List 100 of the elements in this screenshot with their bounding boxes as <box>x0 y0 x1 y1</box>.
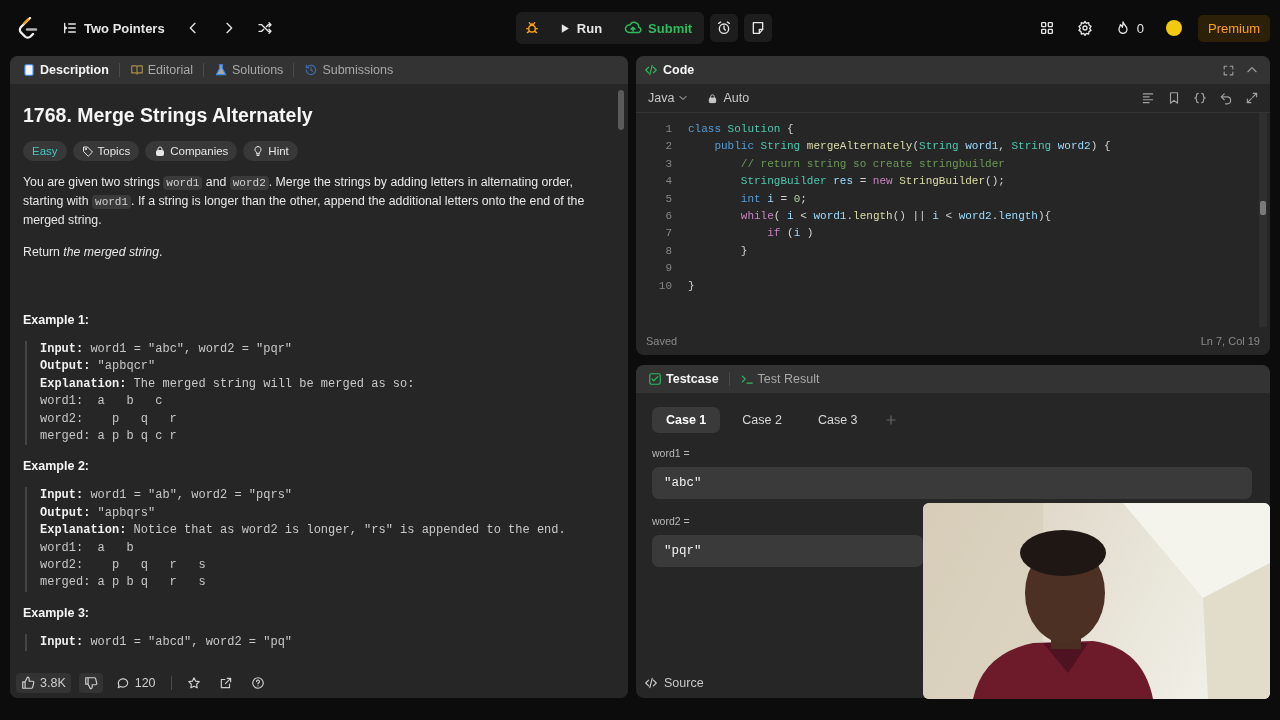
example-line: Input: word1 = "abc", word2 = "pqr" <box>40 341 294 358</box>
problem-statement: You are given two strings word1 and word2 . Merge the strings by adding letters in alternating order, starting with word1 . If a string is longer than the other, append the additional letters onto the end of the merged string. <box>23 174 586 229</box>
hint-chip[interactable]: Hint <box>243 141 298 161</box>
line-number: 8 <box>664 243 673 259</box>
source-button[interactable]: Source <box>644 676 704 690</box>
example-heading: Example 1: <box>23 313 90 327</box>
code-line: } <box>739 243 748 259</box>
lock-icon <box>707 92 719 104</box>
example-heading: Example 2: <box>23 459 90 474</box>
case-tab[interactable]: Case 2 <box>728 407 796 433</box>
line-number: 7 <box>664 226 673 242</box>
checkbox-icon <box>648 372 662 386</box>
parameter-label: word2 = <box>652 515 691 527</box>
line-number: 10 <box>657 278 673 294</box>
code-line: public String mergeAlternately(String word1, String word2) { <box>713 139 1111 155</box>
plus-icon <box>883 413 898 427</box>
document-icon <box>22 63 36 77</box>
problem-title: 1768. Merge Strings Alternately <box>23 104 314 127</box>
align-icon <box>1141 91 1155 105</box>
code-line: while( i < word1.length() || i < word2.length){ <box>739 208 1052 224</box>
cursor-position: Ln 7, Col 19 <box>1200 335 1260 347</box>
example-line: Explanation: Notice that as word2 is longer, "rs" is appended to the end. <box>40 522 567 540</box>
topics-chip[interactable]: Topics <box>72 141 140 161</box>
line-number: 1 <box>664 122 673 137</box>
grid-icon <box>1038 20 1055 36</box>
premium-button[interactable]: Premium <box>1198 14 1270 42</box>
language-dropdown[interactable]: Java <box>644 89 694 107</box>
code-line: class Solution { <box>688 122 794 137</box>
example-line: Input: word1 = "abcd", word2 = "pq" <box>40 633 294 651</box>
code-line: int i = 0; <box>739 191 807 207</box>
code-icon <box>644 676 658 690</box>
history-icon <box>304 63 319 77</box>
maximize-icon <box>1245 91 1259 105</box>
code-icon <box>644 63 658 77</box>
settings-icon <box>1076 20 1093 36</box>
example-line: merged: a p b q c r <box>40 428 178 446</box>
panel-tab[interactable]: Solutions <box>209 61 288 79</box>
submit-button[interactable]: Submit <box>614 14 703 42</box>
example-line: Output: "apbqcr" <box>40 358 157 376</box>
line-number: 4 <box>664 174 673 190</box>
panel-title: Code <box>663 63 695 77</box>
code-line: StringBuilder res = new StringBuilder(); <box>739 174 1005 190</box>
expand-icon <box>1222 63 1235 77</box>
lightbulb-icon <box>252 145 265 157</box>
dislike-button[interactable] <box>78 673 103 693</box>
line-number: 6 <box>664 208 673 224</box>
panel-tab[interactable]: Testcase <box>644 370 723 388</box>
shuffle-icon <box>256 20 273 36</box>
star-icon <box>186 676 201 690</box>
panel-tab[interactable]: Submissions <box>300 61 398 79</box>
companies-chip[interactable]: Companies <box>145 141 238 161</box>
save-status: Saved <box>646 335 678 347</box>
scrollbar-thumb[interactable] <box>618 90 624 130</box>
run-button[interactable]: Run <box>547 14 613 42</box>
case-tab[interactable]: Case 3 <box>803 407 872 433</box>
parameter-input[interactable]: "pqr" <box>652 535 923 567</box>
parameter-label: word1 = <box>652 447 691 459</box>
example-line: Explanation: The merged string will be merged as so: <box>40 375 416 393</box>
help-icon <box>250 676 265 690</box>
example-line: word2: p q r <box>40 410 178 428</box>
line-number: 5 <box>664 191 673 207</box>
example-line: word2: p q r s <box>40 557 207 575</box>
mode-label: Auto <box>723 91 750 105</box>
list-icon <box>62 20 78 36</box>
example-line: Input: word1 = "ab", word2 = "pqrs" <box>40 487 294 505</box>
lock-icon <box>154 145 167 157</box>
panel-tab[interactable]: Description <box>18 61 113 79</box>
line-number: 3 <box>664 156 673 172</box>
line-number: 2 <box>664 139 673 155</box>
case-tab[interactable]: Case 1 <box>652 407 721 433</box>
book-icon <box>129 63 144 77</box>
example-line: word1: a b <box>40 539 135 557</box>
alarm-clock-icon <box>716 20 733 36</box>
panel-tab[interactable]: Editorial <box>125 61 197 79</box>
panel-tab[interactable]: Test Result <box>735 370 824 388</box>
avatar[interactable] <box>1166 20 1182 36</box>
code-line: if (i ) <box>766 226 814 242</box>
bug-icon <box>523 20 540 36</box>
code-line: // return string so create stringbuilder <box>739 156 1005 172</box>
code-line: } <box>688 278 695 294</box>
logo-icon[interactable] <box>18 17 38 39</box>
comments-button[interactable]: 120 <box>110 673 161 693</box>
scrollbar[interactable] <box>1259 113 1267 327</box>
share-icon <box>218 676 233 690</box>
notes-button[interactable] <box>744 14 773 42</box>
difficulty-badge: Easy <box>23 141 67 161</box>
streak-button[interactable]: 0 <box>1108 16 1150 40</box>
return-note: Return the merged string. <box>23 244 164 261</box>
example-line: word1: a b c <box>40 393 164 411</box>
comment-icon <box>115 676 130 690</box>
parameter-input[interactable]: "abc" <box>652 467 1252 499</box>
line-number: 9 <box>664 261 673 277</box>
thumbs-down-icon <box>83 676 98 690</box>
thumbs-up-icon <box>21 676 35 690</box>
problem-list-button[interactable]: Two Pointers <box>56 16 171 40</box>
timer-button[interactable] <box>710 14 739 42</box>
example-line: Output: "apbqrs" <box>40 504 157 522</box>
tag-icon <box>81 145 94 157</box>
like-button[interactable]: 3.8K <box>16 673 71 693</box>
example-heading: Example 3: <box>23 605 90 620</box>
